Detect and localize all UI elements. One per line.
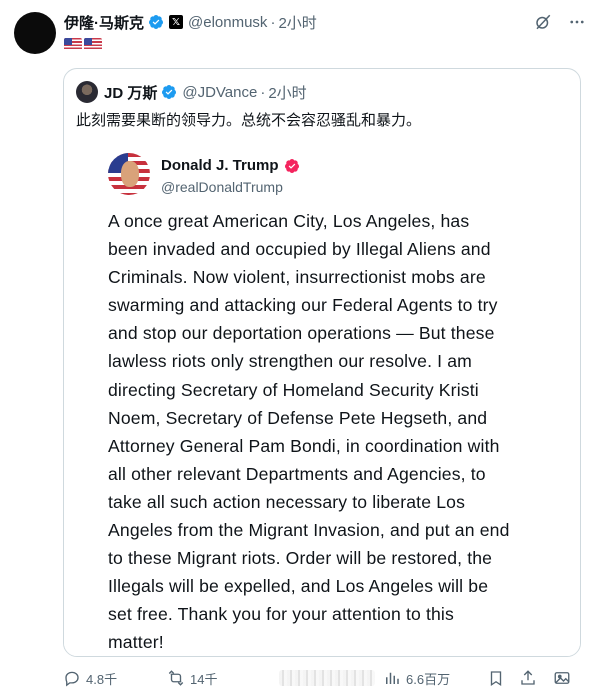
quoted-time: 2小时: [268, 84, 307, 102]
retweet-button[interactable]: 14千: [167, 669, 217, 688]
retweet-count: 14千: [190, 671, 218, 687]
author-avatar[interactable]: [14, 12, 56, 54]
quoted-post[interactable]: JD 万斯 @JDVance · 2小时 此刻需要果断的领导力。总统不会容忍骚乱…: [63, 68, 581, 657]
post-header: 伊隆·马斯克 𝕏 @elonmusk · 2小时: [64, 11, 586, 33]
text-line: Attorney General Pam Bondi, in coordinat…: [108, 435, 500, 456]
text-line: take all such action necessary to libera…: [108, 491, 466, 512]
grok-icon[interactable]: [534, 13, 552, 31]
text-line: been invaded and occupied by Illegal Ali…: [108, 239, 491, 260]
embedded-post-image[interactable]: Donald J. Trump @realDonaldTrump A once …: [64, 135, 580, 656]
text-line: directing Secretary of Homeland Security…: [108, 379, 479, 400]
header-icons: [534, 13, 586, 31]
text-line: A once great American City, Los Angeles,…: [108, 211, 470, 231]
embedded-author-name: Donald J. Trump: [161, 157, 279, 174]
embedded-avatar: [108, 153, 150, 195]
quoted-author-name: JD 万斯: [104, 84, 158, 102]
text-line: matter!: [108, 632, 164, 653]
flag-emojis: [64, 38, 102, 51]
bookmark-icon: [490, 671, 502, 687]
text-line: Noem, Secretary of Defense Pete Hegseth,…: [108, 407, 488, 428]
embedded-post-text: A once great American City, Los Angeles,…: [108, 207, 548, 656]
text-line: Illegals will be expelled, and Los Angel…: [108, 576, 489, 597]
media-button[interactable]: [553, 669, 571, 687]
verified-icon: [162, 85, 177, 99]
text-line: Angeles from the Migrant Invasion, and p…: [108, 520, 510, 541]
retweet-icon: [168, 670, 184, 686]
embedded-author-handle: @realDonaldTrump: [161, 179, 283, 195]
quoted-header: JD 万斯 @JDVance · 2小时: [76, 81, 307, 103]
us-flag-icon: [64, 38, 82, 51]
text-line: all other relevant Departments and Agenc…: [108, 463, 486, 484]
separator-dot: ·: [260, 83, 266, 101]
verified-icon: [284, 158, 299, 173]
quoted-author-handle: @JDVance: [182, 83, 258, 101]
action-bar: 4.8千 14千 6.6百万: [63, 667, 583, 689]
share-button[interactable]: [519, 669, 537, 687]
verified-icon: [148, 15, 163, 29]
text-line: set free. Thank you for your attention t…: [108, 604, 454, 625]
reply-button[interactable]: 4.8千: [63, 669, 117, 688]
us-flag-icon: [84, 38, 102, 51]
embedded-author: Donald J. Trump: [161, 157, 300, 174]
view-count: 6.6百万: [406, 671, 451, 687]
media-icon: [554, 672, 570, 684]
views-icon: [386, 672, 399, 684]
text-line: and stop our deportation operations — Bu…: [108, 323, 495, 344]
quoted-avatar: [76, 81, 98, 103]
author-name[interactable]: 伊隆·马斯克: [64, 12, 144, 33]
quoted-text: 此刻需要果断的领导力。总统不会容忍骚乱和暴力。: [76, 112, 422, 129]
more-icon[interactable]: [568, 13, 586, 31]
x-badge-icon: 𝕏: [169, 15, 183, 29]
separator-dot: ·: [270, 13, 276, 31]
redacted-area: [279, 670, 375, 686]
reply-icon: [65, 671, 79, 687]
text-line: lawless riots only strengthen our resolv…: [108, 351, 472, 372]
views-button[interactable]: 6.6百万: [383, 669, 450, 688]
post-time[interactable]: 2小时: [278, 12, 316, 33]
author-handle[interactable]: @elonmusk: [188, 14, 267, 31]
reply-count: 4.8千: [86, 671, 118, 687]
like-button[interactable]: [271, 670, 375, 686]
text-line: to these Migrant riots. Order will be re…: [108, 548, 493, 569]
text-line: swarming and attacking our Federal Agent…: [108, 295, 498, 316]
text-line: Criminals. Now violent, insurrectionist …: [108, 267, 486, 288]
share-icon: [521, 670, 535, 685]
bookmark-button[interactable]: [487, 669, 505, 687]
